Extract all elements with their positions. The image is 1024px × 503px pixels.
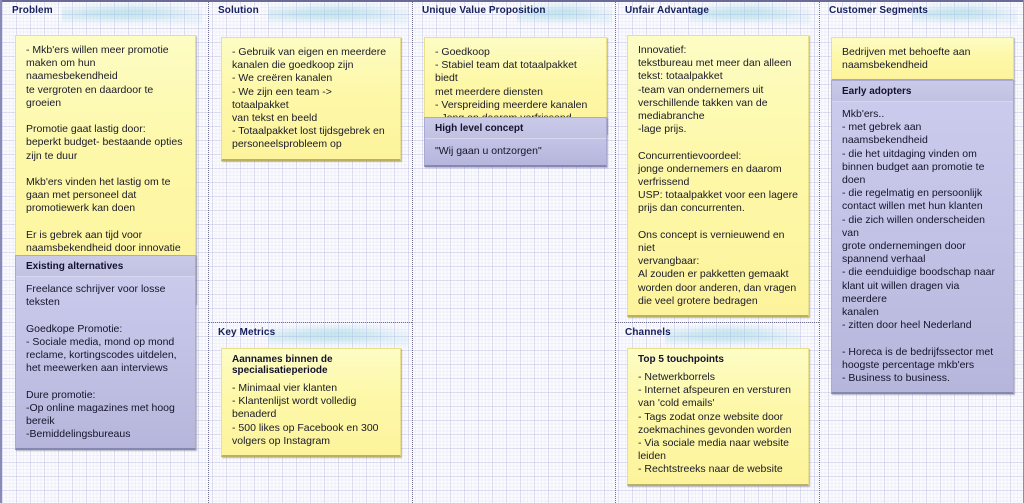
note-solution-text: - Gebruik van eigen en meerdere kanalen … [232, 46, 387, 151]
header-watermark [268, 324, 408, 346]
note-early-adopters[interactable]: Early adopters Mkb'ers.. - met gebrek aa… [831, 80, 1014, 395]
section-header-unfair-advantage: Unfair Advantage [625, 5, 710, 16]
cell-unfair-advantage: Unfair Advantage Innovatief: tekstbureau… [615, 0, 819, 322]
note-key-metrics-title: Aannames binnen de specialisatieperiode [232, 354, 333, 376]
note-high-level-concept-title: High level concept [425, 118, 606, 139]
lean-canvas-board: Problem - Mkb'ers willen meer promotie m… [0, 0, 1024, 503]
note-channels-text: - Netwerkborrels - Internet afspeuren en… [638, 371, 792, 476]
note-existing-alternatives-title: Existing alternatives [16, 256, 195, 277]
note-channels-title: Top 5 touchpoints [638, 354, 724, 365]
cell-solution: Solution - Gebruik van eigen en meerdere… [208, 0, 412, 322]
note-solution[interactable]: - Gebruik van eigen en meerdere kanalen … [221, 37, 401, 161]
section-header-key-metrics: Key Metrics [218, 327, 276, 338]
section-header-channels: Channels [625, 327, 671, 338]
section-header-customer-segments: Customer Segments [829, 5, 928, 16]
note-early-adopters-title: Early adopters [832, 81, 1013, 102]
note-customer-segments-text: Bedrijven met behoefte aan naamsbekendhe… [842, 46, 971, 72]
header-watermark [665, 324, 800, 346]
section-header-uvp: Unique Value Proposition [422, 5, 546, 16]
cell-problem: Problem - Mkb'ers willen meer promotie m… [2, 0, 208, 503]
header-watermark [268, 2, 408, 24]
note-high-level-concept-text: "Wij gaan u ontzorgen" [435, 145, 542, 157]
cell-customer-segments: Customer Segments Bedrijven met behoefte… [819, 0, 1024, 503]
note-customer-segments[interactable]: Bedrijven met behoefte aan naamsbekendhe… [831, 37, 1014, 82]
note-key-metrics[interactable]: Aannames binnen de specialisatieperiode … [221, 348, 401, 458]
cell-key-metrics: Key Metrics Aannames binnen de specialis… [208, 322, 412, 503]
note-unfair-advantage[interactable]: Innovatief: tekstbureau met meer dan all… [627, 35, 809, 318]
note-channels[interactable]: Top 5 touchpoints - Netwerkborrels - Int… [627, 348, 809, 486]
cell-channels: Channels Top 5 touchpoints - Netwerkborr… [615, 322, 819, 503]
note-key-metrics-text: - Minimaal vier klanten - Klantenlijst w… [232, 382, 379, 447]
section-header-solution: Solution [218, 5, 259, 16]
header-watermark [62, 2, 202, 24]
section-header-problem: Problem [12, 5, 53, 16]
note-existing-alternatives-text: Freelance schrijver voor losse teksten G… [26, 283, 177, 441]
note-early-adopters-text: Mkb'ers.. - met gebrek aan naamsbekendhe… [842, 108, 995, 385]
note-existing-alternatives[interactable]: Existing alternatives Freelance schrijve… [15, 255, 196, 451]
note-high-level-concept[interactable]: High level concept "Wij gaan u ontzorgen… [424, 117, 607, 168]
cell-unique-value-proposition: Unique Value Proposition - Goedkoop - St… [412, 0, 615, 503]
note-unfair-advantage-text: Innovatief: tekstbureau met meer dan all… [638, 44, 798, 307]
